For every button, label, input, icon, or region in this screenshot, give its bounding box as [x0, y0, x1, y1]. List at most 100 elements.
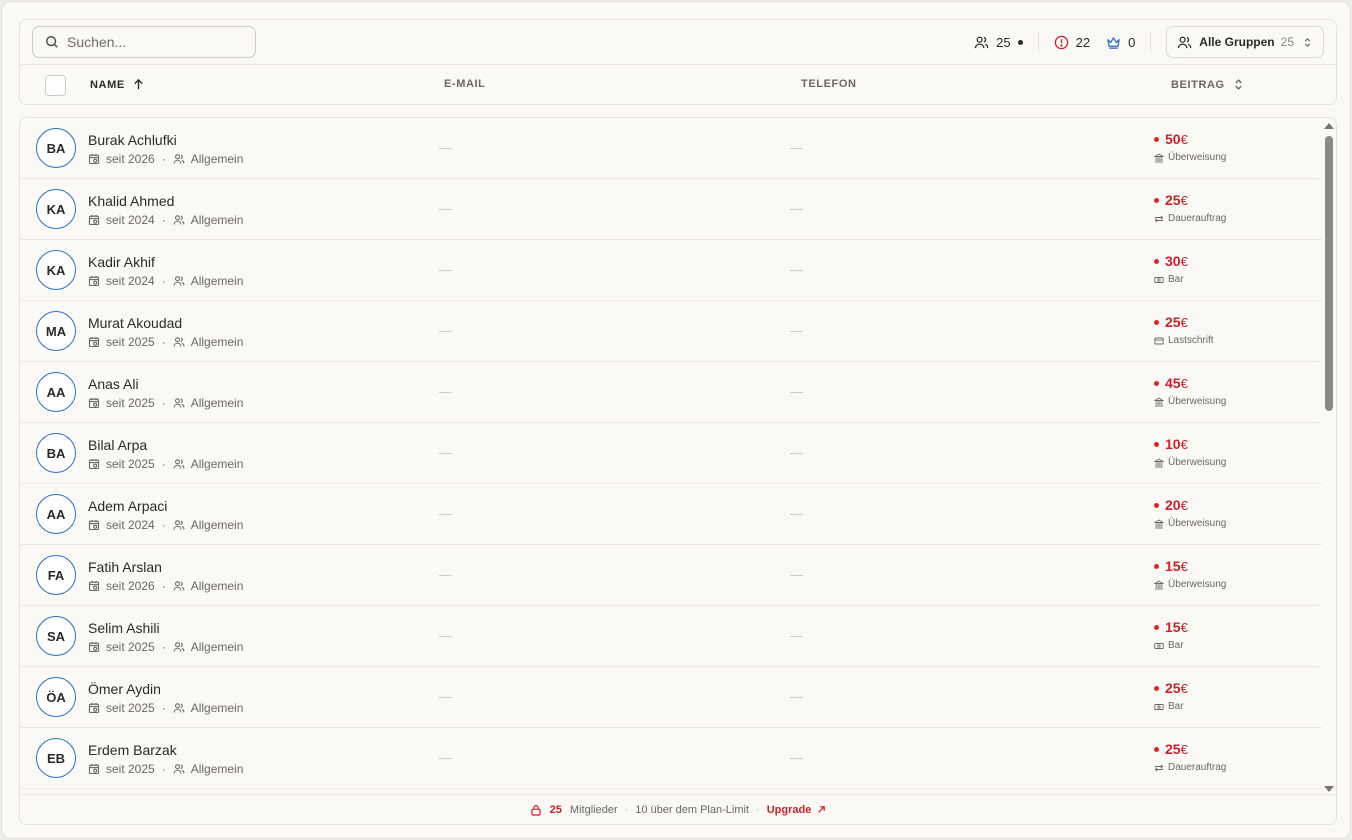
member-fee: 45 € [1154, 375, 1188, 391]
member-name[interactable]: Ömer Aydin [88, 681, 161, 697]
search-input[interactable] [67, 34, 247, 50]
fee-amount: 25 [1165, 741, 1181, 757]
fee-currency: € [1180, 253, 1188, 269]
fee-amount: 25 [1165, 314, 1181, 330]
admins-stat[interactable]: 0 [1106, 35, 1135, 50]
fee-currency: € [1180, 192, 1188, 208]
group-filter-count: 25 [1280, 35, 1294, 49]
scroll-up-arrow[interactable] [1324, 123, 1334, 129]
upgrade-link[interactable]: Upgrade [767, 804, 827, 816]
member-group: Allgemein [190, 701, 244, 715]
member-meta: seit 2025 · Allgemein [88, 335, 243, 349]
payment-method: Überweisung [1154, 152, 1226, 163]
member-name[interactable]: Fatih Arslan [88, 559, 162, 575]
column-header-row: NAME E-MAIL TELEFON BEITRAG [20, 65, 1336, 105]
users-icon [173, 337, 185, 347]
users-icon [974, 36, 989, 48]
member-fee: 15 € [1154, 558, 1188, 574]
status-dot [1154, 136, 1159, 142]
avatar: BA [36, 128, 76, 168]
table-row[interactable]: BA Burak Achlufki seit 2026 · Allgemein — — 50 €… [20, 118, 1322, 179]
member-since: seit 2026 [106, 579, 155, 593]
avatar: BA [36, 433, 76, 473]
fee-amount: 45 [1165, 375, 1181, 391]
fee-currency: € [1180, 558, 1188, 574]
search-box[interactable] [32, 26, 256, 58]
table-row[interactable]: KA Khalid Ahmed seit 2024 · Allgemein — — 25 € Da… [20, 179, 1322, 240]
meta-separator: · [161, 579, 166, 593]
calendar-icon [88, 459, 100, 470]
member-name[interactable]: Adem Arpaci [88, 498, 167, 514]
fee-currency: € [1180, 375, 1188, 391]
column-header-name[interactable]: NAME [90, 78, 145, 91]
table-row[interactable]: AA Anas Ali seit 2025 · Allgemein — — 45 € Überwe… [20, 362, 1322, 423]
member-name[interactable]: Kadir Akhif [88, 254, 155, 270]
member-name[interactable]: Erdem Barzak [88, 742, 177, 758]
member-name[interactable]: Bilal Arpa [88, 437, 147, 453]
member-phone: — [790, 445, 803, 460]
member-meta: seit 2025 · Allgemein [88, 396, 243, 410]
members-stat[interactable]: 25 [974, 35, 1023, 50]
users-icon [173, 703, 185, 713]
table-row[interactable]: EB Erdem Barzak seit 2025 · Allgemein — — 25 € Da… [20, 728, 1322, 789]
table-row[interactable]: BA Bilal Arpa seit 2025 · Allgemein — — 10 € Über… [20, 423, 1322, 484]
calendar-icon [88, 337, 100, 348]
payment-method-label: Lastschrift [1168, 335, 1214, 346]
member-group: Allgemein [190, 274, 244, 288]
status-dot [1154, 502, 1159, 508]
group-filter-select[interactable]: Alle Gruppen 25 [1166, 26, 1324, 58]
cash-icon [1154, 276, 1164, 283]
table-row[interactable]: FA Fatih Arslan seit 2026 · Allgemein — — 15 € Üb… [20, 545, 1322, 606]
member-name[interactable]: Burak Achlufki [88, 132, 177, 148]
member-fee: 25 € [1154, 314, 1188, 330]
meta-separator: · [161, 457, 166, 471]
member-group: Allgemein [190, 213, 244, 227]
payment-method: Überweisung [1154, 518, 1226, 529]
warnings-stat[interactable]: 22 [1054, 35, 1090, 50]
member-since: seit 2025 [106, 762, 155, 776]
meta-separator: · [161, 335, 166, 349]
payment-method-label: Bar [1168, 701, 1184, 712]
table-row[interactable]: AA Adem Arpaci seit 2024 · Allgemein — — 20 € Übe… [20, 484, 1322, 545]
calendar-icon [88, 215, 100, 226]
table-row[interactable]: ÖA Ömer Aydin seit 2025 · Allgemein — — 25 € Bar [20, 667, 1322, 728]
select-all-checkbox[interactable] [45, 75, 66, 96]
member-since: seit 2025 [106, 396, 155, 410]
column-header-fee[interactable]: BEITRAG [1171, 78, 1245, 91]
fee-currency: € [1180, 131, 1188, 147]
fee-amount: 20 [1165, 497, 1181, 513]
member-name[interactable]: Anas Ali [88, 376, 139, 392]
fee-currency: € [1180, 619, 1188, 635]
column-header-email[interactable]: E-MAIL [444, 78, 485, 90]
member-phone: — [790, 323, 803, 338]
calendar-icon [88, 764, 100, 775]
table-row[interactable]: SA Selim Ashili seit 2025 · Allgemein — — 15 € Ba… [20, 606, 1322, 667]
member-name[interactable]: Selim Ashili [88, 620, 160, 636]
meta-separator: · [161, 274, 166, 288]
table-row[interactable]: KA Kadir Akhif seit 2024 · Allgemein — — 30 € Bar [20, 240, 1322, 301]
table-row[interactable]: MA Murat Akoudad seit 2025 · Allgemein — — 25 € L… [20, 301, 1322, 362]
upgrade-link-label: Upgrade [766, 803, 812, 816]
column-header-phone[interactable]: TELEFON [801, 78, 857, 90]
member-name[interactable]: Murat Akoudad [88, 315, 182, 331]
calendar-icon [88, 520, 100, 531]
member-fee: 50 € [1154, 131, 1188, 147]
member-meta: seit 2026 · Allgemein [88, 579, 243, 593]
member-phone: — [790, 628, 803, 643]
member-fee: 25 € [1154, 192, 1188, 208]
scrollbar[interactable] [1320, 118, 1336, 795]
member-fee: 25 € [1154, 680, 1188, 696]
avatar: ÖA [36, 677, 76, 717]
plan-limit-footer: 25 Mitglieder · 10 über dem Plan-Limit ·… [20, 794, 1336, 824]
payment-method-label: Dauerauftrag [1168, 213, 1227, 224]
scroll-down-arrow[interactable] [1324, 786, 1334, 792]
fee-amount: 30 [1165, 253, 1181, 269]
member-name[interactable]: Khalid Ahmed [88, 193, 174, 209]
scrollbar-thumb[interactable] [1325, 136, 1333, 411]
member-meta: seit 2026 · Allgemein [88, 152, 243, 166]
fee-amount: 25 [1165, 192, 1181, 208]
meta-separator: · [161, 640, 166, 654]
payment-method-label: Bar [1168, 640, 1184, 651]
status-dot [1154, 624, 1159, 630]
payment-method: Überweisung [1154, 457, 1226, 468]
